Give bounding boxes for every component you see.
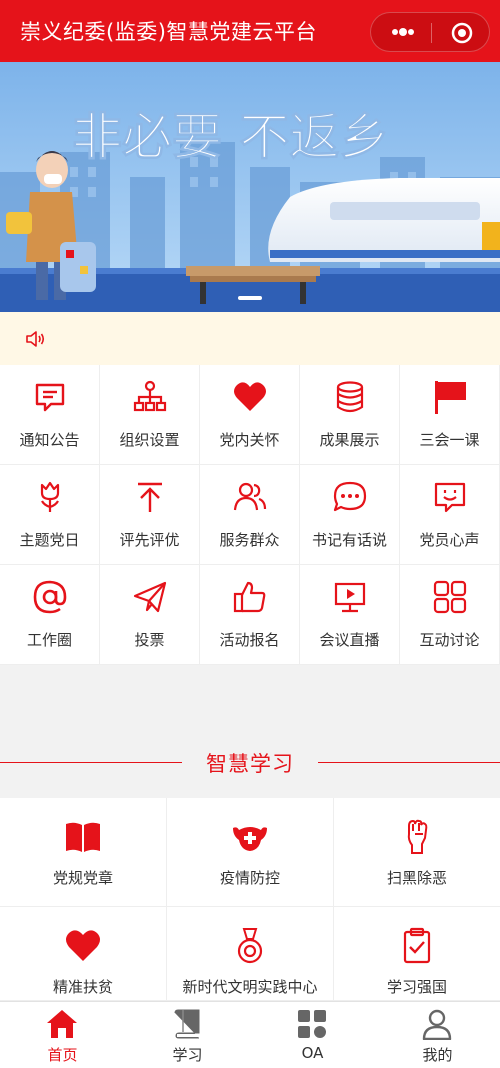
study-item-poverty-alleviation[interactable]: 精准扶贫 xyxy=(0,907,167,1001)
study-item-xuexi-qiangguo[interactable]: 学习强国 xyxy=(334,907,500,1001)
study-item-anti-gang[interactable]: 扫黑除恶 xyxy=(334,798,500,907)
raised-fist-icon xyxy=(407,819,428,854)
apps-icon xyxy=(298,1010,326,1038)
menu-label: 工作圈 xyxy=(26,631,72,649)
mask-cross-icon xyxy=(233,827,267,851)
tab-label: 我的 xyxy=(422,1046,453,1064)
medal-icon xyxy=(237,928,263,964)
tab-home[interactable]: 首页 xyxy=(0,1002,125,1068)
study-item-label: 疫情防控 xyxy=(219,869,280,887)
study-item-label: 学习强国 xyxy=(386,978,447,996)
more-dots-icon[interactable] xyxy=(389,22,417,42)
at-sign-icon xyxy=(33,580,67,614)
banner-carousel[interactable]: 非必要 不返乡 xyxy=(0,62,500,312)
study-item-label: 精准扶贫 xyxy=(52,978,113,996)
smile-message-icon xyxy=(434,482,466,513)
open-book-icon xyxy=(66,822,100,852)
bottom-tab-bar: 首页 学习 OA 我的 xyxy=(0,1001,500,1068)
notice-bar[interactable] xyxy=(0,312,500,365)
menu-three-meetings[interactable]: 三会一课 xyxy=(400,365,500,465)
menu-achievements[interactable]: 成果展示 xyxy=(300,365,400,465)
banner-illustration: 非必要 不返乡 xyxy=(0,62,500,312)
message-board-icon xyxy=(35,383,65,412)
tab-mine[interactable]: 我的 xyxy=(375,1002,500,1068)
menu-notice-announcement[interactable]: 通知公告 xyxy=(0,365,100,465)
menu-party-care[interactable]: 党内关怀 xyxy=(200,365,300,465)
study-item-label: 扫黑除恶 xyxy=(386,869,447,887)
speaker-icon xyxy=(26,331,45,347)
paper-plane-icon xyxy=(133,581,167,613)
tab-label: 学习 xyxy=(172,1046,203,1064)
heart-icon xyxy=(234,382,266,411)
menu-label: 评先评优 xyxy=(119,531,180,549)
menu-work-circle[interactable]: 工作圈 xyxy=(0,565,100,665)
app-title: 崇义纪委(监委)智慧党建云平台 xyxy=(20,20,317,44)
section-title: 智慧学习 xyxy=(206,752,294,776)
menu-evaluation[interactable]: 评先评优 xyxy=(100,465,200,565)
thumbs-up-icon xyxy=(233,581,266,613)
study-item-civilization-center[interactable]: 新时代文明实践中心 xyxy=(167,907,334,1001)
home-icon xyxy=(47,1010,77,1038)
menu-label: 书记有话说 xyxy=(311,531,387,549)
menu-serve-public[interactable]: 服务群众 xyxy=(200,465,300,565)
mini-program-capsule xyxy=(370,12,490,52)
database-icon xyxy=(336,381,364,413)
target-circle-icon[interactable] xyxy=(451,22,473,44)
org-tree-icon xyxy=(133,380,167,412)
arrow-up-icon xyxy=(138,482,162,512)
tab-oa[interactable]: OA xyxy=(250,1002,375,1068)
heart-icon xyxy=(66,930,100,961)
menu-label: 会议直播 xyxy=(319,631,380,649)
user-icon xyxy=(422,1009,452,1040)
study-item-party-rules[interactable]: 党规党章 xyxy=(0,798,167,907)
top-navigation-bar: 崇义纪委(监委)智慧党建云平台 xyxy=(0,0,500,62)
menu-label: 成果展示 xyxy=(319,431,380,449)
tab-label: OA xyxy=(301,1044,324,1062)
tulip-icon xyxy=(40,481,60,512)
flag-icon xyxy=(435,381,466,414)
menu-meeting-live[interactable]: 会议直播 xyxy=(300,565,400,665)
menu-label: 投票 xyxy=(134,631,165,649)
menu-label: 组织设置 xyxy=(119,431,180,449)
clipboard-check-icon xyxy=(403,927,431,964)
menu-label: 党内关怀 xyxy=(219,431,280,449)
menu-member-voice[interactable]: 党员心声 xyxy=(400,465,500,565)
book-icon xyxy=(174,1009,200,1039)
section-divider-right xyxy=(318,762,500,763)
study-item-label: 新时代文明实践中心 xyxy=(182,978,318,996)
menu-label: 活动报名 xyxy=(219,631,280,649)
section-divider-left xyxy=(0,762,182,763)
menu-activity-signup[interactable]: 活动报名 xyxy=(200,565,300,665)
chat-bubble-icon xyxy=(333,481,367,512)
capsule-divider xyxy=(431,23,432,43)
people-icon xyxy=(233,482,267,511)
study-grid: 党规党章 疫情防控 扫黑除恶 精准扶贫 新时代文明实践中心 学习强国 xyxy=(0,798,500,1001)
live-screen-icon xyxy=(334,582,366,613)
menu-label: 党员心声 xyxy=(419,531,480,549)
feature-grid: 通知公告 组织设置 党内关怀 成果展示 三会一课 主题党日 评先评优 服务群众 … xyxy=(0,365,500,665)
study-item-epidemic-control[interactable]: 疫情防控 xyxy=(167,798,334,907)
menu-interactive-discussion[interactable]: 互动讨论 xyxy=(400,565,500,665)
menu-secretary-says[interactable]: 书记有话说 xyxy=(300,465,400,565)
menu-label: 主题党日 xyxy=(19,531,80,549)
menu-organization[interactable]: 组织设置 xyxy=(100,365,200,465)
study-section-header: 智慧学习 xyxy=(0,740,500,788)
study-item-label: 党规党章 xyxy=(52,869,113,887)
menu-theme-party-day[interactable]: 主题党日 xyxy=(0,465,100,565)
banner-headline: 非必要 不返乡 xyxy=(72,108,389,166)
tab-label: 首页 xyxy=(47,1046,78,1064)
menu-label: 通知公告 xyxy=(19,431,80,449)
menu-vote[interactable]: 投票 xyxy=(100,565,200,665)
grid-squares-icon xyxy=(433,580,467,614)
menu-label: 服务群众 xyxy=(219,531,280,549)
menu-label: 三会一课 xyxy=(419,431,480,449)
tab-study[interactable]: 学习 xyxy=(125,1002,250,1068)
menu-label: 互动讨论 xyxy=(419,631,480,649)
